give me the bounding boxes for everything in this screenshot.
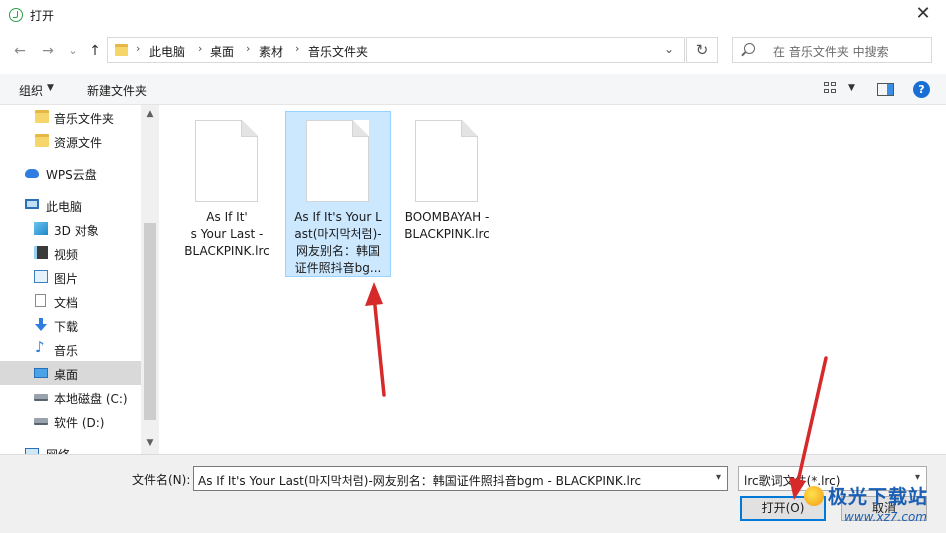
window-title: 打开: [30, 9, 55, 23]
sidebar-item-this-pc[interactable]: 此电脑: [0, 193, 141, 217]
sidebar-item-drive-d[interactable]: 软件 (D:): [0, 409, 141, 433]
sidebar-item-label: 文档: [54, 296, 79, 310]
folder-icon: [115, 44, 128, 56]
sidebar-item-wps-cloud[interactable]: WPS云盘: [0, 161, 141, 185]
sidebar-item-documents[interactable]: 文档: [0, 289, 141, 313]
lrc-file-icon: [415, 120, 478, 202]
desktop-icon: [34, 368, 48, 378]
chevron-down-icon[interactable]: ▾: [716, 472, 721, 483]
filename-value: As If It's Your Last(마지막처럼)-网友别名：韩国证件照抖音…: [198, 474, 642, 488]
up-arrow-icon[interactable]: ↑: [84, 41, 106, 61]
sidebar-item-music-folder[interactable]: 音乐文件夹: [0, 105, 141, 129]
sidebar-item-network[interactable]: 网络: [0, 441, 141, 454]
scroll-up-icon[interactable]: ▲: [141, 109, 159, 119]
folder-icon: [35, 110, 49, 123]
video-icon: [34, 246, 48, 259]
sidebar-item-desktop[interactable]: 桌面: [0, 361, 141, 385]
breadcrumb-material[interactable]: 素材: [259, 43, 283, 60]
cube-icon: [34, 222, 48, 235]
file-list: As If It' s Your Last - BLACKPINK.lrc As…: [159, 105, 946, 454]
organize-menu[interactable]: 组织: [19, 82, 43, 99]
sidebar-item-label: 网络: [46, 446, 70, 454]
file-item[interactable]: As If It' s Your Last - BLACKPINK.lrc: [175, 112, 281, 278]
download-icon: [35, 318, 47, 331]
preview-pane-icon[interactable]: [877, 83, 894, 96]
help-icon[interactable]: ?: [913, 81, 930, 98]
file-name: BOOMBAYAH - BLACKPINK.lrc: [404, 210, 490, 241]
search-input[interactable]: 在 音乐文件夹 中搜索: [773, 43, 889, 60]
sidebar-item-label: 软件 (D:): [54, 416, 105, 430]
sidebar-item-label: WPS云盘: [46, 168, 97, 182]
document-icon: [35, 294, 46, 307]
sidebar-item-pictures[interactable]: 图片: [0, 265, 141, 289]
lrc-file-icon: [306, 120, 369, 202]
search-box[interactable]: 在 音乐文件夹 中搜索: [732, 37, 932, 63]
computer-icon: [25, 199, 39, 209]
music-icon: ♪: [35, 338, 45, 356]
breadcrumb-music-folder[interactable]: 音乐文件夹: [308, 43, 368, 60]
sidebar-item-music[interactable]: ♪ 音乐: [0, 337, 141, 361]
sidebar-item-label: 视频: [54, 248, 79, 262]
watermark-logo-icon: [804, 486, 824, 506]
view-mode-icon[interactable]: [824, 82, 838, 95]
address-dropdown-icon[interactable]: ⌄: [664, 42, 674, 56]
command-toolbar: 组织 ▼ 新建文件夹 ▼ ?: [0, 74, 946, 105]
drive-icon: [34, 418, 48, 425]
sidebar-item-label: 资源文件: [54, 136, 103, 150]
breadcrumb-separator: ›: [198, 42, 203, 55]
new-folder-button[interactable]: 新建文件夹: [87, 82, 147, 99]
file-item[interactable]: BOOMBAYAH - BLACKPINK.lrc: [395, 112, 501, 278]
search-icon: [744, 43, 755, 54]
scroll-down-icon[interactable]: ▼: [141, 438, 159, 448]
close-icon[interactable]: ✕: [910, 2, 936, 26]
file-name: As If It's Your L ast(마지막처럼)- 网友别名：韩国 证件…: [294, 210, 382, 275]
sidebar-item-label: 此电脑: [46, 200, 83, 214]
lrc-file-icon: [195, 120, 258, 202]
breadcrumb-this-pc[interactable]: 此电脑: [149, 43, 185, 60]
sidebar-item-label: 音乐: [54, 344, 79, 358]
breadcrumb-separator: ›: [246, 42, 251, 55]
file-item-selected[interactable]: As If It's Your L ast(마지막처럼)- 网友别名：韩国 证件…: [285, 111, 391, 277]
breadcrumb-desktop[interactable]: 桌面: [210, 43, 234, 60]
watermark-title: 极光下载站: [828, 486, 929, 508]
sidebar-scrollbar[interactable]: ▲ ▼: [141, 105, 159, 454]
filename-input[interactable]: As If It's Your Last(마지막처럼)-网友别名：韩国证件照抖音…: [193, 466, 728, 491]
recent-locations-icon[interactable]: ⌄: [62, 41, 84, 61]
view-options-chevron-icon[interactable]: ▼: [848, 83, 855, 93]
sidebar-item-3d-objects[interactable]: 3D 对象: [0, 217, 141, 241]
forward-arrow-icon[interactable]: →: [37, 41, 59, 61]
back-arrow-icon[interactable]: ←: [9, 41, 31, 61]
scrollbar-thumb[interactable]: [144, 223, 156, 420]
sidebar-item-label: 3D 对象: [54, 224, 99, 238]
breadcrumb-separator: ›: [136, 42, 141, 55]
filename-label: 文件名(N):: [132, 473, 191, 487]
sidebar-item-downloads[interactable]: 下载: [0, 313, 141, 337]
watermark-url: www.xz7.com: [844, 510, 927, 524]
cloud-icon: [25, 169, 39, 178]
sidebar-item-videos[interactable]: 视频: [0, 241, 141, 265]
sidebar-item-drive-c[interactable]: 本地磁盘 (C:): [0, 385, 141, 409]
address-bar[interactable]: › 此电脑 › 桌面 › 素材 › 音乐文件夹 ⌄: [107, 37, 685, 63]
title-bar: 打开 ✕: [0, 0, 946, 30]
navigation-pane: 音乐文件夹 资源文件 WPS云盘 此电脑 3D 对象 视频 图片 文档 下载 ♪…: [0, 105, 159, 454]
sidebar-item-label: 音乐文件夹: [54, 112, 115, 126]
refresh-button[interactable]: ↻: [686, 37, 718, 63]
breadcrumb-separator: ›: [295, 42, 300, 55]
drive-icon: [34, 394, 48, 401]
chevron-down-icon[interactable]: ▼: [47, 83, 54, 93]
sidebar-item-resource-files[interactable]: 资源文件: [0, 129, 141, 153]
picture-icon: [34, 270, 48, 283]
file-name: As If It' s Your Last - BLACKPINK.lrc: [184, 210, 270, 258]
site-watermark: 极光下载站 www.xz7.com: [800, 482, 946, 533]
sidebar-item-label: 图片: [54, 272, 79, 286]
music-app-icon: [9, 8, 23, 22]
folder-icon: [35, 134, 49, 147]
sidebar-item-label: 下载: [54, 320, 79, 334]
sidebar-item-label: 桌面: [54, 368, 79, 382]
sidebar-item-label: 本地磁盘 (C:): [54, 392, 128, 406]
